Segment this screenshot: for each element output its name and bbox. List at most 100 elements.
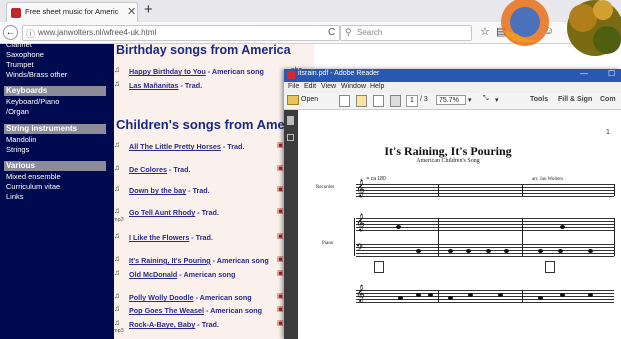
barline — [614, 184, 615, 196]
page-number-field[interactable]: 1 — [406, 95, 418, 107]
staff-line — [356, 193, 614, 194]
sidebar-heading-keyboards: Keyboards — [4, 86, 106, 96]
song-link-happy-birthday[interactable]: Happy Birthday to You - American song — [129, 67, 264, 76]
pdf-icon[interactable]: ▣ — [277, 185, 284, 193]
mp3-label[interactable]: mp3 — [114, 217, 124, 223]
barline — [614, 218, 615, 256]
menu-help[interactable]: Help — [370, 83, 384, 90]
note-head — [466, 249, 471, 253]
back-button[interactable]: ← — [3, 25, 18, 40]
tools-pane-button[interactable]: Tools — [530, 96, 548, 103]
song-link-its-raining-its-pouring[interactable]: It's Raining, It's Pouring - American so… — [129, 256, 269, 265]
note-icon: ♫ — [114, 268, 120, 277]
barline — [438, 184, 439, 196]
sidebar-item-trumpet[interactable]: Trumpet — [6, 60, 34, 69]
cursor-tool-icon[interactable]: ⤡ — [483, 95, 489, 103]
barline — [438, 218, 439, 256]
staff-line — [356, 184, 614, 185]
song-link-all-the-little-pretty-horses[interactable]: All The Little Pretty Horses - Trad. — [129, 142, 244, 151]
song-link-old-mcdonald[interactable]: Old McDonald - American song — [129, 270, 235, 279]
browser-tab[interactable]: Free sheet music for Americ ✕ — [6, 2, 138, 22]
pdf-icon[interactable]: ▣ — [277, 292, 284, 300]
song-link-i-like-the-flowers[interactable]: I Like the Flowers - Trad. — [129, 233, 213, 242]
staff-line — [356, 227, 614, 228]
part-label-piano: Piano — [322, 241, 334, 246]
comment-button[interactable]: Com — [600, 96, 616, 103]
sidebar-item-saxophone[interactable]: Saxophone — [6, 50, 44, 59]
sidebar-item-mixed-ensemble[interactable]: Mixed ensemble — [6, 172, 61, 181]
song-link-go-tell-aunt-rhody[interactable]: Go Tell Aunt Rhody - Trad. — [129, 208, 219, 217]
note-head — [560, 225, 565, 229]
pdf-title-bar[interactable]: itsrain.pdf - Adobe Reader — ☐ — [284, 69, 621, 82]
staff-line — [356, 224, 614, 225]
menu-window[interactable]: Window — [341, 83, 366, 90]
sidebar-item-links[interactable]: Links — [6, 192, 24, 201]
sidebar-item-mandolin[interactable]: Mandolin — [6, 135, 36, 144]
song-link-las-mananitas[interactable]: Las Mañanitas - Trad. — [129, 81, 202, 90]
note-head — [448, 249, 453, 253]
zoom-field[interactable]: 75.7% — [436, 95, 466, 105]
sidebar-item-organ[interactable]: /Organ — [6, 107, 29, 116]
pdf-icon[interactable]: ▣ — [277, 319, 284, 327]
sidebar-item-keyboard-piano[interactable]: Keyboard/Piano — [6, 97, 59, 106]
song-link-de-colores[interactable]: De Colores - Trad. — [129, 165, 191, 174]
print-icon[interactable] — [356, 95, 367, 107]
sidebar-item-curriculum-vitae[interactable]: Curriculum vitae — [6, 182, 60, 191]
reload-icon[interactable]: C — [328, 27, 335, 38]
note-head — [558, 249, 563, 253]
barline — [438, 290, 439, 302]
menu-file[interactable]: File — [288, 83, 299, 90]
pdf-icon[interactable]: ▣ — [277, 305, 284, 313]
part-label-recorder: Recorder — [316, 185, 335, 190]
pdf-icon[interactable]: ▣ — [277, 255, 284, 263]
attachment-icon[interactable] — [287, 134, 294, 141]
search-input[interactable]: ⚲ Search — [340, 25, 472, 41]
more-tools-icon[interactable]: ▾ — [495, 96, 499, 104]
staff-line — [356, 230, 614, 231]
song-link-pop-goes-the-weasel[interactable]: Pop Goes The Weasel - American song — [129, 306, 262, 315]
zoom-dropdown-icon[interactable]: ▾ — [468, 96, 472, 104]
pdf-icon[interactable]: ▣ — [277, 269, 284, 277]
note-icon: ♫ — [114, 254, 120, 263]
score-title: It's Raining, It's Pouring — [384, 144, 512, 158]
song-link-polly-wolly-doodle[interactable]: Polly Wolly Doodle - American song — [129, 293, 252, 302]
edit-icon[interactable] — [373, 95, 384, 107]
sidebar-item-winds-brass[interactable]: Winds/Brass other — [6, 70, 67, 79]
mp3-label[interactable]: mp3 — [114, 328, 124, 334]
pdf-icon[interactable]: ▣ — [277, 141, 284, 149]
menu-edit[interactable]: Edit — [304, 83, 316, 90]
staff-line — [356, 299, 614, 300]
note-icon: ♫ — [114, 79, 120, 88]
info-icon[interactable]: ⓘ — [26, 27, 35, 40]
note-head — [588, 293, 593, 297]
sidebar-item-strings[interactable]: Strings — [6, 145, 29, 154]
treble-clef-icon: 𝄞 — [356, 285, 365, 302]
url-bar[interactable]: ⓘ www.janwolters.nl/wfree4-uk.html C — [22, 25, 340, 41]
page-number: 1 — [606, 129, 610, 136]
desktop-background-image — [501, 0, 621, 56]
close-tab-icon[interactable]: ✕ — [127, 5, 136, 18]
fill-sign-button[interactable]: Fill & Sign — [558, 96, 592, 103]
song-link-rock-a-baye-baby[interactable]: Rock-A-Baye, Baby - Trad. — [129, 320, 219, 329]
sidebar-item-clarinet[interactable]: Clarinet — [6, 40, 32, 49]
menu-view[interactable]: View — [321, 83, 336, 90]
note-head — [504, 249, 509, 253]
open-button[interactable]: Open — [301, 96, 318, 103]
pages-icon[interactable] — [287, 116, 294, 125]
note-head — [396, 225, 401, 229]
minimize-button[interactable]: — — [580, 69, 588, 78]
pdf-icon[interactable]: ▣ — [277, 232, 284, 240]
email-icon[interactable] — [390, 95, 401, 107]
pdf-icon[interactable]: ▣ — [277, 207, 284, 215]
song-link-down-by-the-bay[interactable]: Down by the bay - Trad. — [129, 186, 210, 195]
create-icon[interactable] — [339, 95, 350, 107]
note-head — [398, 296, 403, 300]
note-icon: ♫ — [114, 163, 120, 172]
chord-diagram — [374, 261, 384, 273]
open-folder-icon[interactable] — [287, 95, 299, 105]
new-tab-button[interactable]: + — [144, 1, 153, 18]
maximize-button[interactable]: ☐ — [608, 69, 615, 78]
note-head — [588, 249, 593, 253]
pdf-icon[interactable]: ▣ — [277, 164, 284, 172]
url-text[interactable]: www.janwolters.nl/wfree4-uk.html — [38, 28, 156, 37]
